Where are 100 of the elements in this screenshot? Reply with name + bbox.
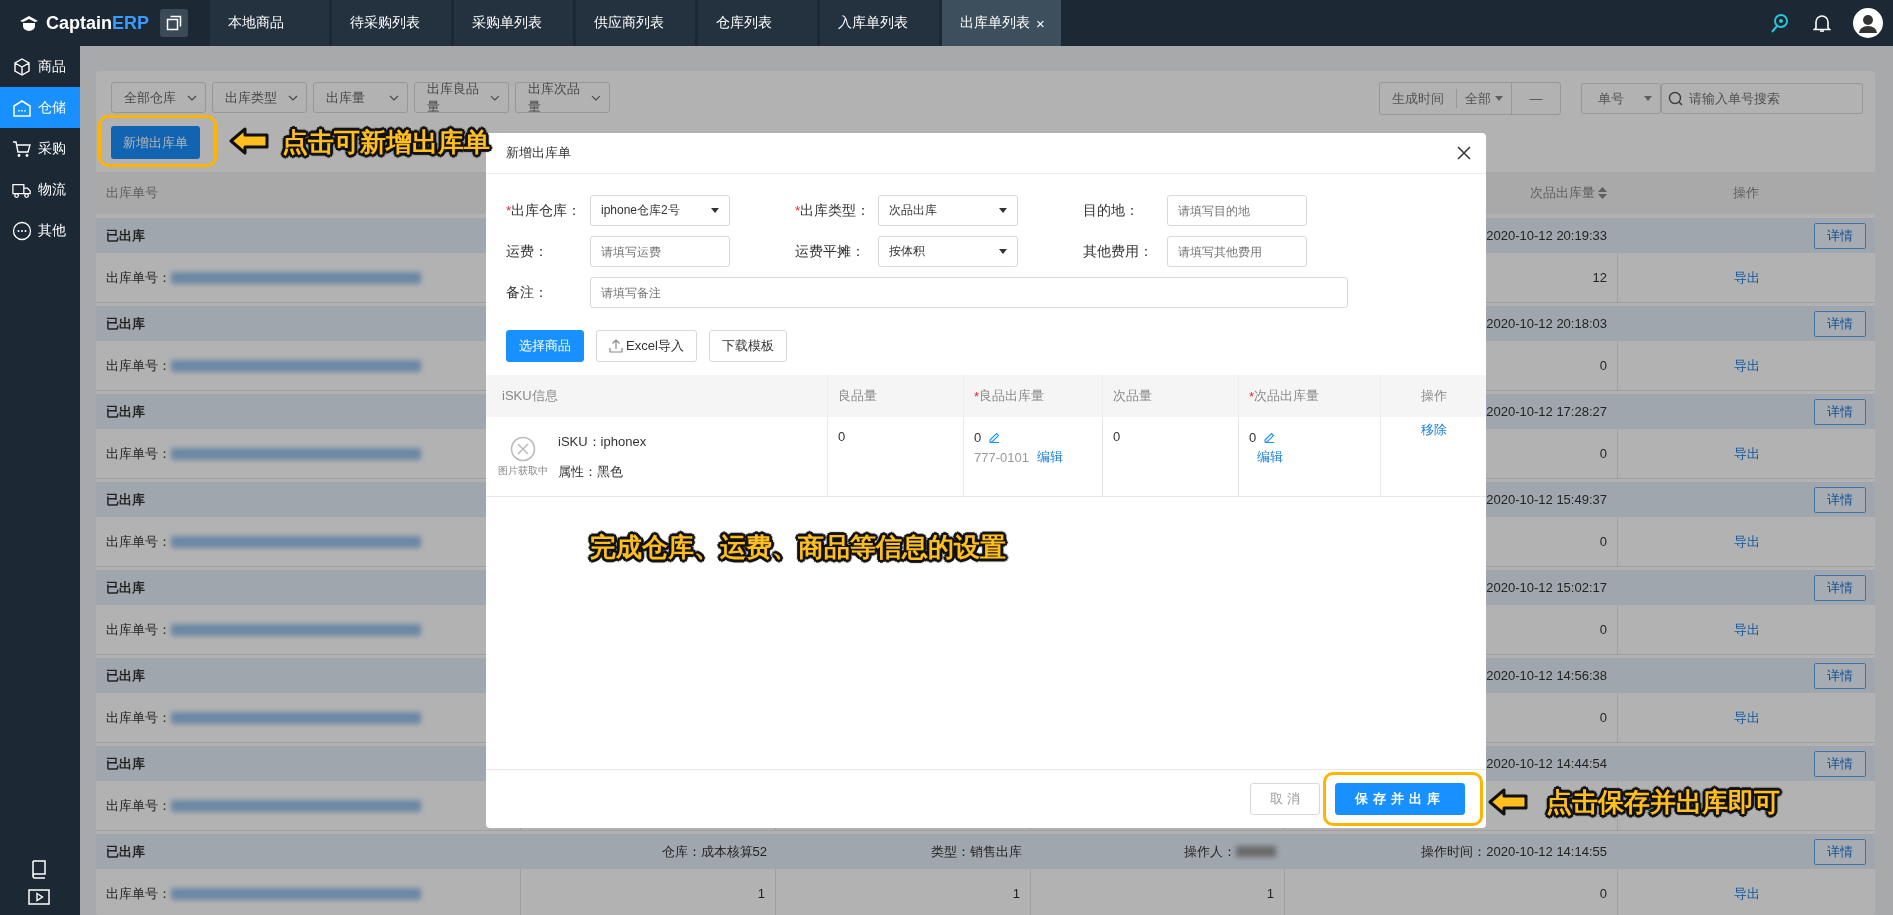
input-field[interactable]: 请填写其他费用: [1167, 236, 1307, 267]
detail-button[interactable]: 详情: [1814, 750, 1866, 777]
nav-tab[interactable]: 仓库列表: [698, 0, 817, 46]
column-header: iSKU信息: [501, 387, 559, 405]
edit-link[interactable]: 编辑: [1036, 448, 1063, 466]
caret-icon: [999, 249, 1007, 254]
logo-text: CaptainERP: [46, 12, 150, 34]
remove-link[interactable]: 移除: [1420, 422, 1447, 437]
more-icon: [12, 220, 32, 241]
close-tab-icon[interactable]: ×: [1036, 14, 1045, 32]
time-text: 2020-10-12 15:02:17: [1486, 580, 1608, 595]
detail-button[interactable]: 详情: [1814, 574, 1866, 601]
input-field[interactable]: 请填写备注: [590, 277, 1348, 308]
export-link[interactable]: 导出: [1733, 356, 1760, 375]
logo-icon: [18, 13, 40, 33]
select-field[interactable]: 次品出库: [878, 195, 1018, 226]
nav-tab[interactable]: 出库单列表 ×: [942, 0, 1061, 46]
filter-dropdown[interactable]: 出库类型: [212, 82, 307, 113]
order-label: 出库单号：: [106, 268, 171, 287]
export-link[interactable]: 导出: [1733, 620, 1760, 639]
order-label: 出库单号：: [106, 796, 171, 815]
annotation-text: 完成仓库、运费、商品等信息的设置: [590, 531, 1006, 564]
filter-dropdown[interactable]: 出库次品量: [515, 82, 610, 113]
order-label: 出库单号：: [106, 532, 171, 551]
column-header: 次品量: [1102, 375, 1238, 417]
search-field[interactable]: 请输入单号搜索: [1661, 83, 1863, 114]
avatar-icon[interactable]: [1853, 8, 1883, 38]
detail-button[interactable]: 详情: [1814, 310, 1866, 337]
table-cell: 0: [974, 429, 982, 445]
cube-icon: [12, 56, 32, 77]
pencil-icon[interactable]: [989, 431, 1001, 443]
date-range-field[interactable]: —: [1512, 83, 1560, 114]
cancel-button[interactable]: 取 消: [1250, 783, 1320, 815]
chevron-icon: [288, 94, 298, 101]
table-cell: 0: [1599, 886, 1607, 901]
pencil-icon[interactable]: [1264, 431, 1276, 443]
book-icon[interactable]: [30, 859, 48, 879]
sidebar-item[interactable]: 商品: [0, 46, 80, 87]
filter-dropdown[interactable]: 全部仓库: [111, 82, 206, 113]
sort-icon[interactable]: [1598, 187, 1607, 199]
nav-tab[interactable]: 供应商列表: [576, 0, 695, 46]
support-icon[interactable]: [1769, 12, 1791, 34]
export-link[interactable]: 导出: [1733, 532, 1760, 551]
chevron-icon: [591, 94, 601, 101]
select-field[interactable]: 按体积: [878, 236, 1018, 267]
detail-button[interactable]: 详情: [1814, 486, 1866, 513]
export-link[interactable]: 导出: [1733, 268, 1760, 287]
detail-button[interactable]: 详情: [1814, 398, 1866, 425]
import-button[interactable]: Excel导入: [596, 330, 697, 362]
sku-text: iSKU：iphonex: [558, 432, 647, 451]
edit-link[interactable]: 编辑: [1257, 448, 1283, 466]
nav-tab[interactable]: 采购单列表: [454, 0, 573, 46]
sidebar-item[interactable]: 物流: [0, 169, 80, 210]
bell-icon[interactable]: [1813, 13, 1831, 33]
sidebar-item[interactable]: 其他: [0, 210, 80, 251]
column-header: 出库单号: [105, 184, 159, 202]
input-field[interactable]: 请填写目的地: [1167, 195, 1307, 226]
field-label: 运费：: [506, 242, 549, 261]
range-dropdown[interactable]: 全部: [1457, 83, 1512, 114]
detail-button[interactable]: 详情: [1814, 662, 1866, 689]
status-text: 已出库: [105, 314, 146, 333]
filter-dropdown[interactable]: 出库良品量: [414, 82, 509, 113]
save-and-ship-button[interactable]: 保存并出库: [1335, 783, 1465, 815]
nav-tab[interactable]: 入库单列表: [820, 0, 939, 46]
dialog-title: 新增出库单: [506, 144, 571, 162]
nav-tab[interactable]: 本地商品: [210, 0, 329, 46]
detail-button[interactable]: 详情: [1814, 222, 1866, 249]
video-icon[interactable]: [28, 889, 50, 905]
annotation-text: 点击保存并出库即可: [1546, 786, 1780, 819]
chevron-icon: [490, 94, 500, 101]
warehouse-icon: [12, 97, 32, 118]
select-field[interactable]: iphone仓库2号: [590, 195, 730, 226]
time-text: 操作时间：2020-10-12 14:14:55: [1421, 842, 1608, 861]
download-template-button[interactable]: 下载模板: [708, 330, 787, 362]
table-cell: 1: [1012, 886, 1020, 901]
table-cell: 0: [1599, 710, 1607, 725]
sidebar-item[interactable]: 采购: [0, 128, 80, 169]
field-label: 其他费用：: [1083, 242, 1154, 261]
time-text: 2020-10-12 20:18:03: [1486, 316, 1608, 331]
close-icon[interactable]: [1457, 146, 1471, 160]
table-cell: 0: [1599, 446, 1607, 461]
nav-tab[interactable]: 待采购列表: [332, 0, 451, 46]
table-cell: 0: [1249, 429, 1257, 445]
export-link[interactable]: 导出: [1733, 708, 1760, 727]
add-outbound-button[interactable]: 新增出库单: [111, 126, 200, 159]
filter-dropdown[interactable]: 出库量: [313, 82, 408, 113]
warehouse-text: 仓库：成本核算52: [661, 842, 768, 861]
order-label: 出库单号：: [106, 884, 171, 903]
export-link[interactable]: 导出: [1733, 444, 1760, 463]
export-link[interactable]: 导出: [1733, 884, 1760, 903]
select-goods-button[interactable]: 选择商品: [506, 330, 584, 362]
input-field[interactable]: 请填写运费: [590, 236, 730, 267]
search-type-dropdown[interactable]: 单号: [1581, 83, 1661, 114]
search-icon: [1668, 91, 1684, 107]
order-label: 出库单号：: [106, 620, 171, 639]
detail-button[interactable]: 详情: [1814, 838, 1866, 865]
status-text: 已出库: [105, 754, 146, 773]
column-header[interactable]: 次品出库量: [1530, 184, 1617, 202]
sidebar-item[interactable]: 仓储: [0, 87, 80, 128]
window-icon[interactable]: [160, 9, 188, 37]
